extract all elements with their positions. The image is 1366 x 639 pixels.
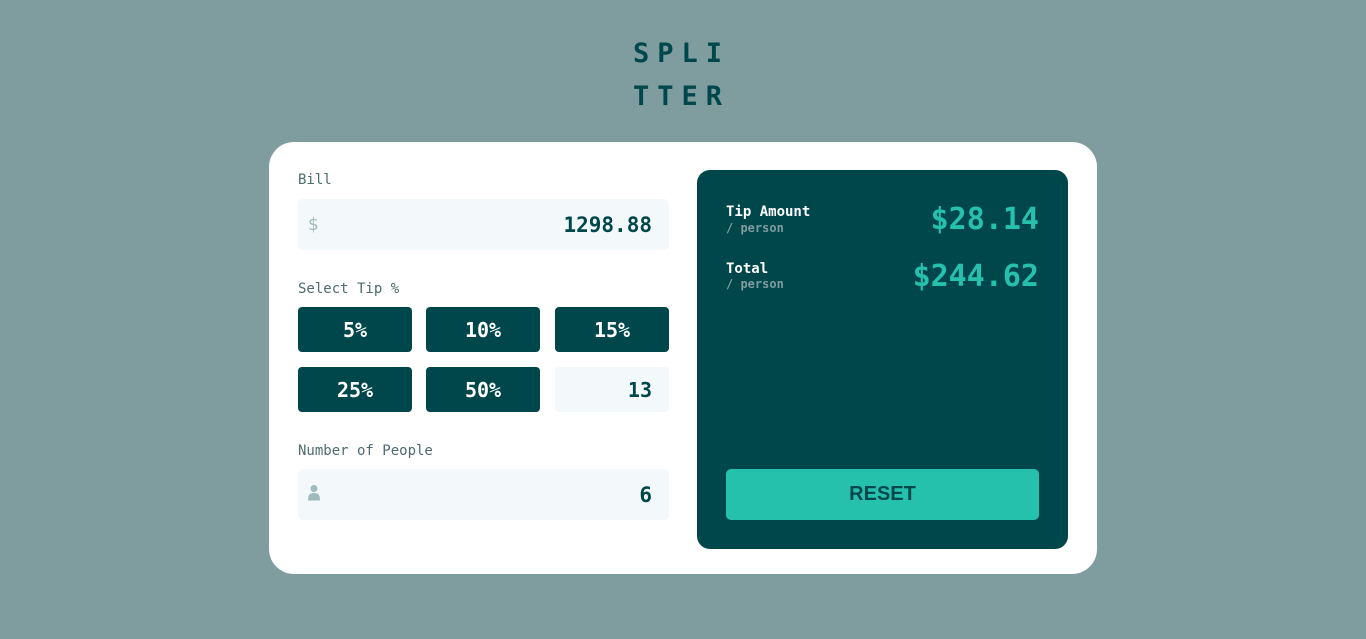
- tip-button-15[interactable]: 15%: [555, 307, 669, 352]
- tip-button-5[interactable]: 5%: [298, 307, 412, 352]
- tip-button-25[interactable]: 25%: [298, 367, 412, 412]
- people-label: Number of People: [298, 443, 433, 459]
- dollar-icon: $: [308, 214, 319, 235]
- reset-button[interactable]: RESET: [726, 469, 1039, 520]
- bill-value: 1298.88: [563, 212, 652, 237]
- tip-custom-input[interactable]: 13: [555, 367, 669, 412]
- tip-amount-sub: / person: [726, 221, 784, 235]
- tip-button-10[interactable]: 10%: [426, 307, 540, 352]
- total-value: $244.62: [912, 259, 1039, 294]
- tip-custom-value: 13: [627, 377, 652, 402]
- person-icon: [308, 484, 320, 505]
- people-input[interactable]: 6: [298, 469, 669, 520]
- total-label: Total: [726, 261, 769, 277]
- logo-line-2: TTER: [633, 81, 731, 112]
- tip-label: Select Tip %: [298, 281, 400, 297]
- bill-input[interactable]: $ 1298.88: [298, 199, 669, 250]
- tip-amount-value: $28.14: [930, 202, 1039, 237]
- logo-line-1: SPLI: [633, 38, 731, 69]
- bill-label: Bill: [298, 172, 332, 188]
- total-sub: / person: [726, 277, 784, 291]
- tip-amount-label: Tip Amount: [726, 204, 811, 220]
- app-logo: SPLI TTER: [633, 32, 743, 118]
- people-value: 6: [639, 482, 652, 507]
- tip-button-50[interactable]: 50%: [426, 367, 540, 412]
- result-panel: Tip Amount / person $28.14 Total / perso…: [697, 170, 1068, 549]
